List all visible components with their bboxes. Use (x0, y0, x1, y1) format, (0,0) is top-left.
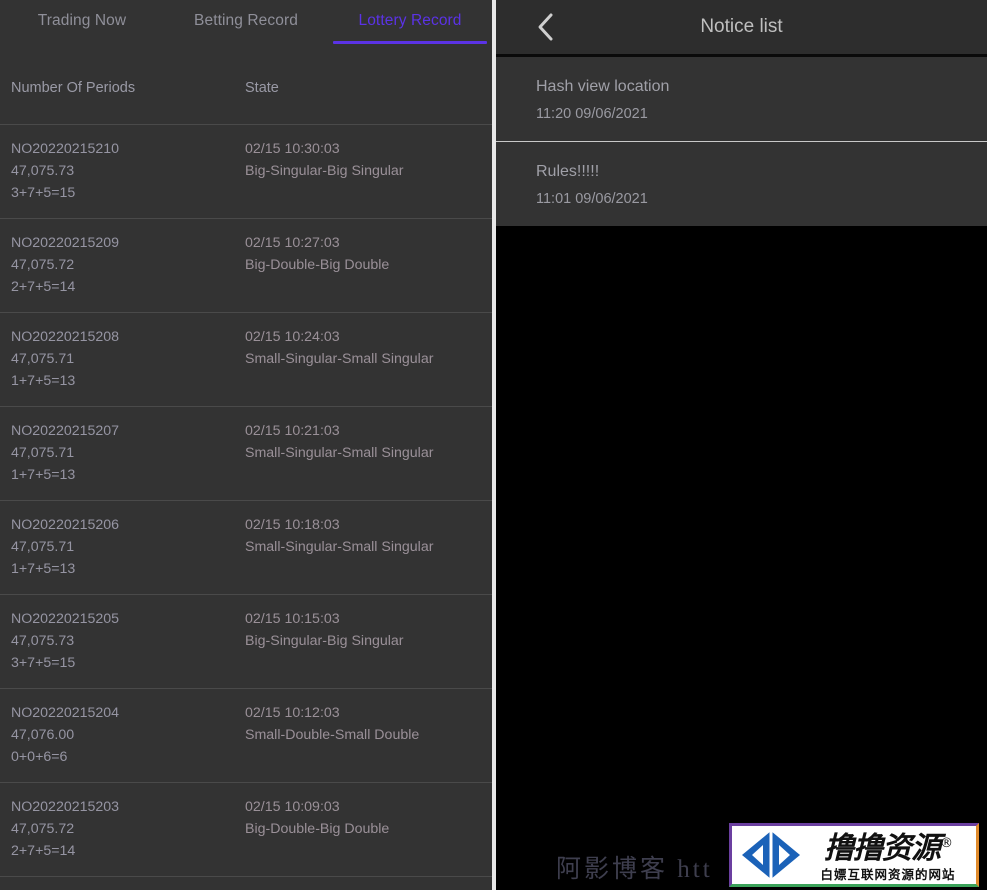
row-state: Small-Singular-Small Singular (245, 445, 434, 461)
row-state-cell: 02/15 10:21:03 Small-Singular-Small Sing… (245, 420, 492, 500)
notice-time: 11:20 09/06/2021 (536, 106, 648, 122)
row-time: 02/15 10:12:03 (245, 705, 340, 721)
row-sum: 2+7+5=14 (11, 843, 76, 859)
row-sum: 3+7+5=15 (11, 185, 76, 201)
row-period: NO20220215210 (11, 141, 120, 157)
table-row[interactable]: NO20220215209 47,075.72 2+7+5=14 02/15 1… (0, 219, 492, 313)
tab-betting-record[interactable]: Betting Record (164, 0, 328, 40)
row-sum: 1+7+5=13 (11, 561, 76, 577)
row-amount: 47,075.73 (11, 163, 75, 179)
row-sum: 1+7+5=13 (11, 373, 76, 389)
notice-time: 11:01 09/06/2021 (536, 191, 648, 207)
notice-list: Hash view location 11:20 09/06/2021 Rule… (496, 57, 987, 226)
row-period-cell: NO20220215208 47,075.71 1+7+5=13 (0, 326, 245, 406)
table-row[interactable]: NO20220215206 47,075.71 1+7+5=13 02/15 1… (0, 501, 492, 595)
table-row[interactable]: NO20220215204 47,076.00 0+0+6=6 02/15 10… (0, 689, 492, 783)
row-amount: 47,076.00 (11, 727, 75, 743)
row-period: NO20220215207 (11, 423, 120, 439)
notice-header: Notice list (496, 0, 987, 57)
row-amount: 47,075.72 (11, 821, 75, 837)
notice-item[interactable]: Rules!!!!! 11:01 09/06/2021 (496, 141, 987, 226)
tab-trading-now[interactable]: Trading Now (0, 0, 164, 40)
table-row[interactable]: NO20220215210 47,075.73 3+7+5=15 02/15 1… (0, 125, 492, 219)
row-time: 02/15 10:21:03 (245, 423, 340, 439)
row-state-cell: 02/15 10:18:03 Small-Singular-Small Sing… (245, 514, 492, 594)
column-header-number-of-periods: Number Of Periods (11, 80, 136, 96)
row-sum: 0+0+6=6 (11, 749, 68, 765)
tab-trading-now-label: Trading Now (37, 12, 127, 29)
row-state: Small-Singular-Small Singular (245, 539, 434, 555)
logo-mark-icon (736, 828, 806, 882)
app-screen: Trading Now Betting Record Lottery Recor… (0, 0, 987, 890)
row-period-cell: NO20220215203 47,075.72 2+7+5=14 (0, 796, 245, 876)
row-time: 02/15 10:15:03 (245, 611, 340, 627)
row-sum: 2+7+5=14 (11, 279, 76, 295)
row-amount: 47,075.72 (11, 257, 75, 273)
table-column-header: Number Of Periods State (0, 52, 492, 125)
row-time: 02/15 10:18:03 (245, 517, 340, 533)
row-sum: 1+7+5=13 (11, 467, 76, 483)
row-state-cell: 02/15 10:12:03 Small-Double-Small Double (245, 702, 492, 782)
row-state-cell: 02/15 10:30:03 Big-Singular-Big Singular (245, 138, 492, 218)
table-row[interactable]: NO20220215208 47,075.71 1+7+5=13 02/15 1… (0, 313, 492, 407)
tab-betting-record-label: Betting Record (194, 12, 298, 29)
row-period: NO20220215205 (11, 611, 120, 627)
row-state-cell: 02/15 10:24:03 Small-Singular-Small Sing… (245, 326, 492, 406)
row-state: Small-Double-Small Double (245, 727, 420, 743)
row-state: Big-Singular-Big Singular (245, 163, 404, 179)
row-period: NO20220215203 (11, 799, 120, 815)
row-period-cell: NO20220215207 47,075.71 1+7+5=13 (0, 420, 245, 500)
row-state: Small-Singular-Small Singular (245, 351, 434, 367)
row-state-cell: 02/15 10:09:03 Big-Double-Big Double (245, 796, 492, 876)
notice-title: Rules!!!!! (536, 163, 600, 180)
row-period-cell: NO20220215210 47,075.73 3+7+5=15 (0, 138, 245, 218)
row-period-cell: NO20220215209 47,075.72 2+7+5=14 (0, 232, 245, 312)
logo-main-label: 撸撸资源 (824, 831, 941, 866)
notice-item[interactable]: Hash view location 11:20 09/06/2021 (496, 57, 987, 141)
row-amount: 47,075.71 (11, 445, 75, 461)
row-amount: 47,075.73 (11, 633, 75, 649)
chevron-left-icon (538, 13, 553, 41)
lottery-record-table: NO20220215210 47,075.73 3+7+5=15 02/15 1… (0, 125, 492, 877)
site-watermark-logo: 撸撸资源® 白嫖互联网资源的网站 (729, 823, 979, 887)
row-time: 02/15 10:27:03 (245, 235, 340, 251)
table-row[interactable]: NO20220215203 47,075.72 2+7+5=14 02/15 1… (0, 783, 492, 877)
registered-mark-icon: ® (940, 836, 953, 851)
tab-bar: Trading Now Betting Record Lottery Recor… (0, 0, 492, 52)
logo-sub-text: 白嫖互联网资源的网站 (820, 867, 956, 882)
row-amount: 47,075.71 (11, 539, 75, 555)
row-period: NO20220215206 (11, 517, 120, 533)
back-button[interactable] (518, 0, 572, 54)
row-period: NO20220215204 (11, 705, 120, 721)
row-amount: 47,075.71 (11, 351, 75, 367)
row-period: NO20220215208 (11, 329, 120, 345)
active-tab-indicator (333, 41, 487, 44)
column-header-state: State (245, 80, 279, 96)
row-state: Big-Double-Big Double (245, 821, 390, 837)
lottery-record-panel: Trading Now Betting Record Lottery Recor… (0, 0, 492, 890)
logo-main-text: 撸撸资源® (824, 827, 953, 866)
row-time: 02/15 10:09:03 (245, 799, 340, 815)
row-state: Big-Double-Big Double (245, 257, 390, 273)
row-time: 02/15 10:30:03 (245, 141, 340, 157)
row-state-cell: 02/15 10:27:03 Big-Double-Big Double (245, 232, 492, 312)
row-period-cell: NO20220215204 47,076.00 0+0+6=6 (0, 702, 245, 782)
notice-list-panel: Notice list Hash view location 11:20 09/… (496, 0, 987, 890)
tab-lottery-record[interactable]: Lottery Record (328, 0, 492, 44)
notice-title: Hash view location (536, 78, 670, 95)
table-row[interactable]: NO20220215205 47,075.73 3+7+5=15 02/15 1… (0, 595, 492, 689)
row-state: Big-Singular-Big Singular (245, 633, 404, 649)
row-time: 02/15 10:24:03 (245, 329, 340, 345)
row-state-cell: 02/15 10:15:03 Big-Singular-Big Singular (245, 608, 492, 688)
row-period: NO20220215209 (11, 235, 120, 251)
tab-lottery-record-label: Lottery Record (358, 12, 462, 29)
row-sum: 3+7+5=15 (11, 655, 76, 671)
logo-wordmark: 撸撸资源® 白嫖互联网资源的网站 (806, 827, 976, 883)
table-row[interactable]: NO20220215207 47,075.71 1+7+5=13 02/15 1… (0, 407, 492, 501)
blog-watermark-text: 阿影博客 htt (556, 856, 713, 883)
row-period-cell: NO20220215206 47,075.71 1+7+5=13 (0, 514, 245, 594)
row-period-cell: NO20220215205 47,075.73 3+7+5=15 (0, 608, 245, 688)
